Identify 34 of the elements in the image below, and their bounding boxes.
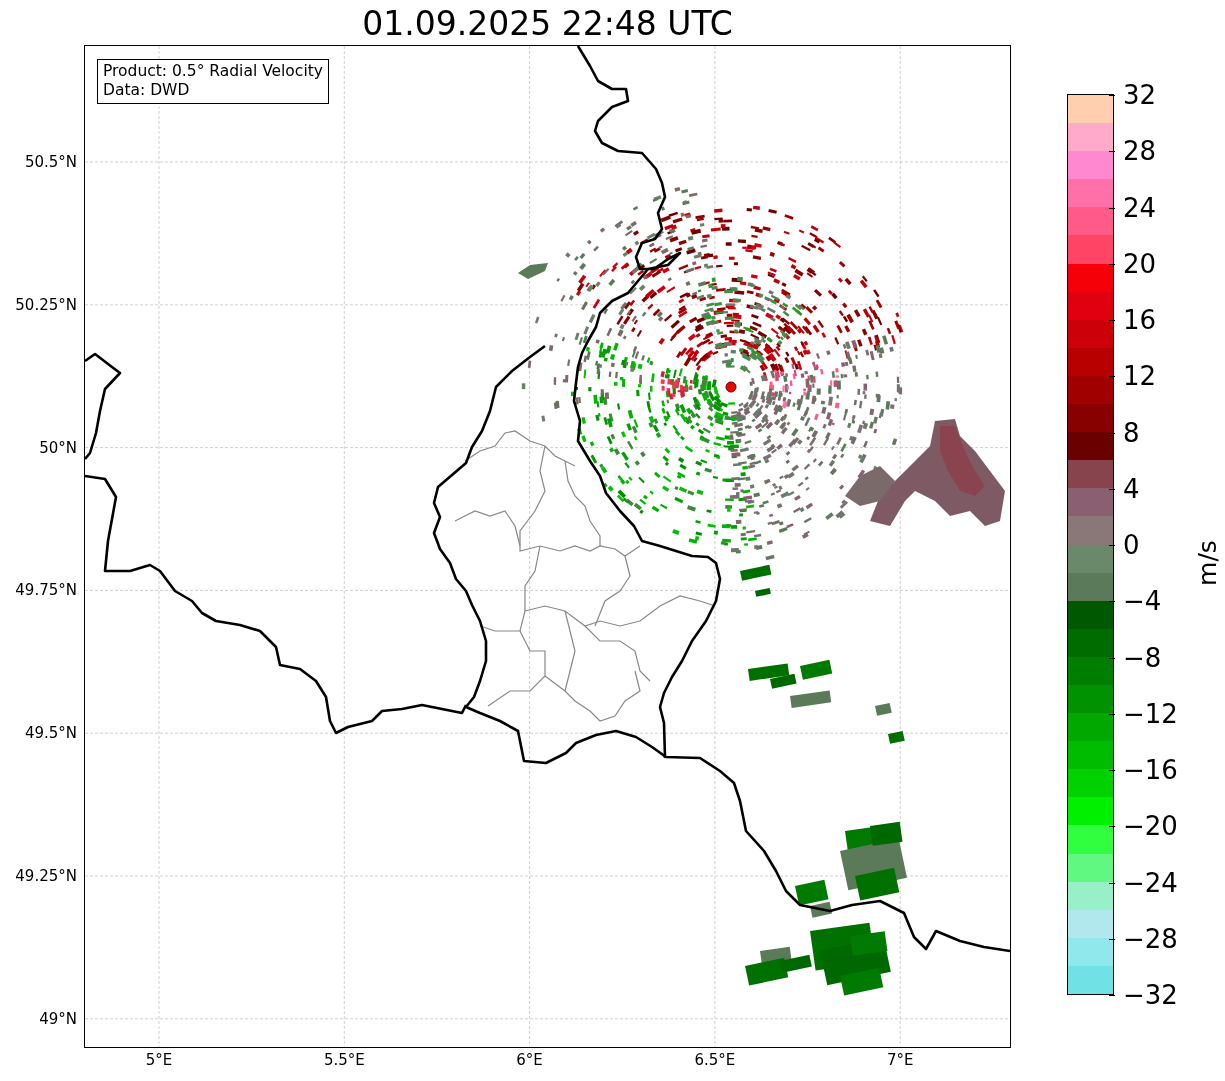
latitude-label: 49.25°N	[15, 867, 77, 885]
colorbar-tick-label: 32	[1123, 80, 1157, 110]
colorbar-tick-label: 28	[1123, 136, 1157, 167]
longitude-label: 7°E	[886, 1051, 914, 1069]
colorbar-tick-label: −24	[1123, 867, 1178, 898]
colorbar-tick-label: 8	[1123, 417, 1140, 448]
latitude-label: 50.5°N	[24, 153, 77, 171]
colorbar-tick-label: −16	[1123, 755, 1178, 785]
colorbar-tick-label: 4	[1123, 473, 1140, 504]
colorbar-tick-label: −20	[1123, 811, 1178, 842]
latitude-label: 49.5°N	[24, 724, 77, 743]
latitude-label: 49.75°N	[15, 581, 77, 600]
legend-text: Data: DWD	[103, 81, 191, 100]
colorbar-tick-label: 0	[1123, 530, 1140, 560]
latitude-label: 50.25°N	[15, 295, 77, 314]
colorbar-tick-label: 20	[1123, 248, 1157, 279]
longitude-label: 5°E	[145, 1051, 173, 1069]
colorbar-tick-label: −12	[1123, 698, 1178, 729]
latitude-label: 50°N	[39, 438, 77, 457]
longitude-label: 5.5°E	[323, 1051, 365, 1069]
longitude-label: 6.5°E	[694, 1051, 736, 1069]
colorbar-tick-label: 16	[1123, 305, 1157, 335]
longitude-label: 6°E	[516, 1051, 543, 1069]
colorbar-tick-label: −8	[1123, 642, 1162, 673]
colorbar-tick-label: −32	[1123, 980, 1178, 1010]
legend-text: Product: 0.5° Radial Velocity	[103, 62, 323, 81]
chart-title: 01.09.2025 22:48 UTC	[362, 4, 733, 44]
radar-site-marker	[725, 381, 737, 393]
colorbar-tick-label: −28	[1123, 923, 1178, 954]
colorbar-tick-label: 24	[1123, 192, 1157, 223]
colorbar-tick-label: −4	[1123, 586, 1162, 617]
colorbar-label: m/s	[1192, 540, 1223, 586]
colorbar-tick-label: 12	[1123, 361, 1157, 392]
latitude-label: 49°N	[39, 1009, 77, 1028]
